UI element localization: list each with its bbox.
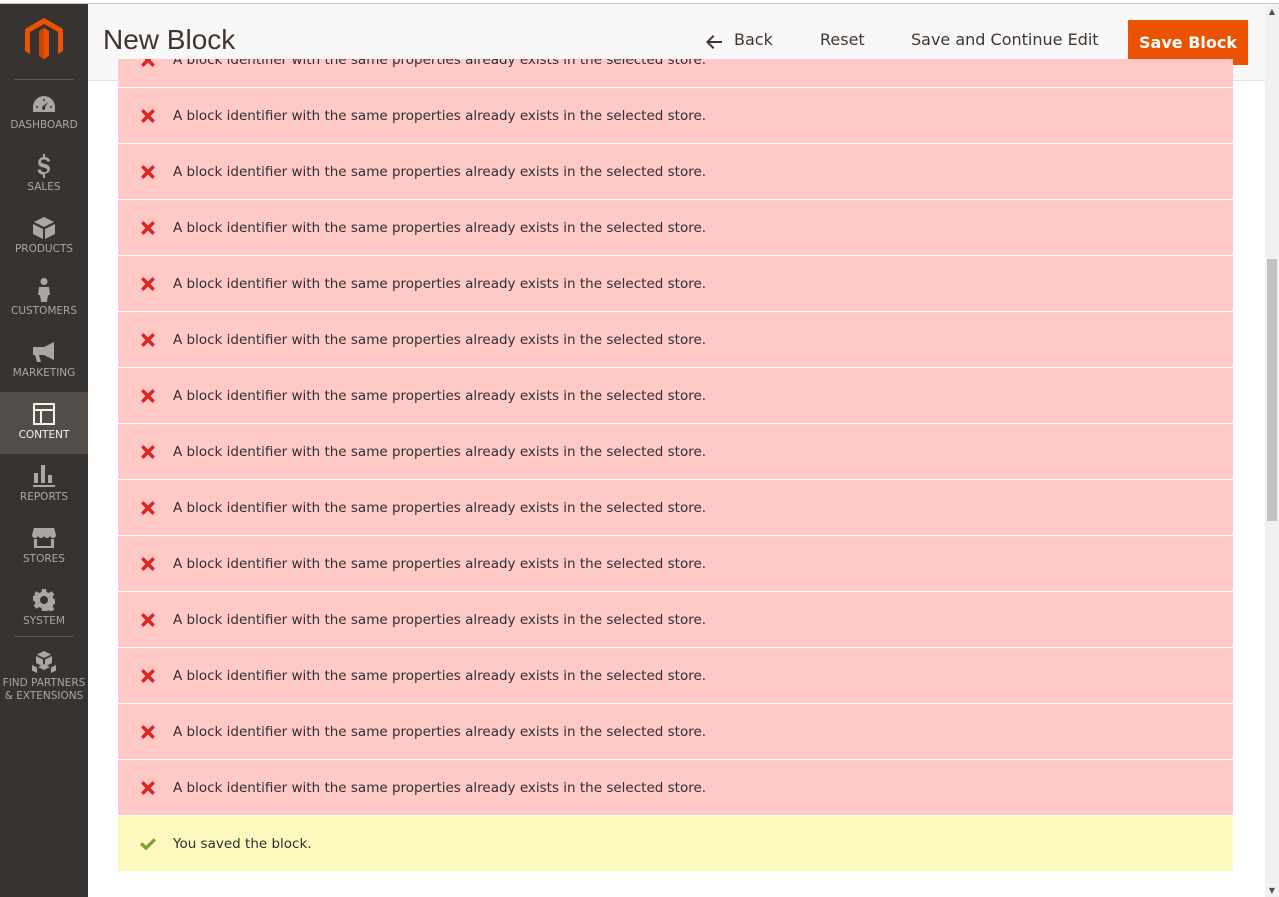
cube-icon — [32, 216, 56, 240]
bar-chart-icon — [32, 464, 56, 488]
sidebar-item-stores[interactable]: STORES — [0, 516, 88, 578]
message-text: A block identifier with the same propert… — [173, 443, 707, 460]
error-message: A block identifier with the same propert… — [118, 256, 1233, 311]
messages-area: A block identifier with the same propert… — [118, 59, 1233, 897]
message-text: A block identifier with the same propert… — [173, 275, 707, 292]
sidebar-item-customers[interactable]: CUSTOMERS — [0, 268, 88, 330]
dashboard-icon — [32, 92, 56, 116]
error-message: A block identifier with the same propert… — [118, 144, 1233, 199]
sidebar-item-content[interactable]: CONTENT — [0, 392, 88, 454]
message-text: A block identifier with the same propert… — [173, 59, 707, 68]
message-text: A block identifier with the same propert… — [173, 163, 707, 180]
error-message: A block identifier with the same propert… — [118, 648, 1233, 703]
sidebar-item-marketing[interactable]: MARKETING — [0, 330, 88, 392]
error-message: A block identifier with the same propert… — [118, 760, 1233, 815]
scroll-down-icon[interactable]: ▼ — [1265, 883, 1279, 897]
magento-logo-icon[interactable] — [25, 18, 63, 62]
error-message: A block identifier with the same propert… — [118, 536, 1233, 591]
message-text: You saved the block. — [173, 835, 312, 852]
error-message: A block identifier with the same propert… — [118, 200, 1233, 255]
error-x-icon — [141, 612, 155, 627]
message-text: A block identifier with the same propert… — [173, 667, 707, 684]
sidebar-item-label: DASHBOARD — [10, 119, 78, 131]
storefront-icon — [32, 526, 56, 550]
error-message: A block identifier with the same propert… — [118, 368, 1233, 423]
back-button[interactable]: Back — [734, 30, 773, 49]
error-x-icon — [141, 556, 155, 571]
megaphone-icon — [32, 340, 56, 364]
sidebar-item-label: CONTENT — [18, 429, 70, 441]
checkmark-icon — [140, 837, 156, 850]
error-message: A block identifier with the same propert… — [118, 88, 1233, 143]
error-message: A block identifier with the same propert… — [118, 480, 1233, 535]
sidebar-item-label: FIND PARTNERS & EXTENSIONS — [2, 677, 86, 702]
page-title: New Block — [103, 24, 236, 55]
page-scrollbar[interactable]: ▲ ▼ — [1265, 4, 1279, 897]
reset-button[interactable]: Reset — [820, 30, 865, 49]
error-x-icon — [141, 388, 155, 403]
message-text: A block identifier with the same propert… — [173, 779, 707, 796]
sidebar-item-label: SALES — [27, 181, 61, 193]
message-text: A block identifier with the same propert… — [173, 107, 707, 124]
error-x-icon — [141, 724, 155, 739]
sidebar-item-label: CUSTOMERS — [10, 305, 77, 317]
error-x-icon — [141, 780, 155, 795]
message-text: A block identifier with the same propert… — [173, 387, 707, 404]
sidebar-item-products[interactable]: PRODUCTS — [0, 206, 88, 268]
person-icon — [32, 278, 56, 302]
sidebar-item-label: REPORTS — [19, 491, 69, 503]
error-x-icon — [141, 332, 155, 347]
error-x-icon — [141, 164, 155, 179]
error-message: A block identifier with the same propert… — [118, 59, 1233, 87]
error-message: A block identifier with the same propert… — [118, 592, 1233, 647]
error-message: A block identifier with the same propert… — [118, 424, 1233, 479]
error-x-icon — [141, 108, 155, 123]
message-text: A block identifier with the same propert… — [173, 555, 707, 572]
error-x-icon — [141, 500, 155, 515]
sidebar-item-system[interactable]: SYSTEM — [0, 578, 88, 640]
error-x-icon — [141, 220, 155, 235]
back-arrow-icon[interactable] — [706, 34, 722, 49]
message-text: A block identifier with the same propert… — [173, 723, 707, 740]
message-text: A block identifier with the same propert… — [173, 331, 707, 348]
sidebar-item-dashboard[interactable]: DASHBOARD — [0, 82, 88, 144]
sidebar-item-sales[interactable]: SALES — [0, 144, 88, 206]
scrollbar-thumb[interactable] — [1267, 259, 1277, 521]
save-continue-button[interactable]: Save and Continue Edit — [911, 30, 1099, 49]
cubes-icon — [32, 650, 56, 674]
error-x-icon — [141, 276, 155, 291]
error-message: A block identifier with the same propert… — [118, 312, 1233, 367]
message-text: A block identifier with the same propert… — [173, 611, 707, 628]
sidebar-item-label: PRODUCTS — [14, 243, 74, 255]
message-text: A block identifier with the same propert… — [173, 219, 707, 236]
sidebar-item-reports[interactable]: REPORTS — [0, 454, 88, 516]
sidebar-item-label: MARKETING — [12, 367, 76, 379]
sidebar-divider — [14, 79, 74, 80]
error-x-icon — [141, 444, 155, 459]
scroll-up-icon[interactable]: ▲ — [1265, 4, 1279, 18]
sidebar-item-find-partners[interactable]: FIND PARTNERS & EXTENSIONS — [0, 640, 88, 710]
error-x-icon — [141, 59, 155, 67]
gear-icon — [32, 588, 56, 612]
sidebar-item-label: STORES — [23, 553, 65, 565]
sidebar-divider — [14, 636, 74, 637]
success-message: You saved the block. — [118, 816, 1233, 871]
layout-icon — [32, 402, 56, 426]
dollar-icon — [32, 154, 56, 178]
error-message: A block identifier with the same propert… — [118, 704, 1233, 759]
sidebar-item-label: SYSTEM — [23, 615, 65, 627]
message-text: A block identifier with the same propert… — [173, 499, 707, 516]
admin-sidebar: DASHBOARD SALES PRODUCTS CUSTOMERS MARKE… — [0, 4, 88, 897]
error-x-icon — [141, 668, 155, 683]
